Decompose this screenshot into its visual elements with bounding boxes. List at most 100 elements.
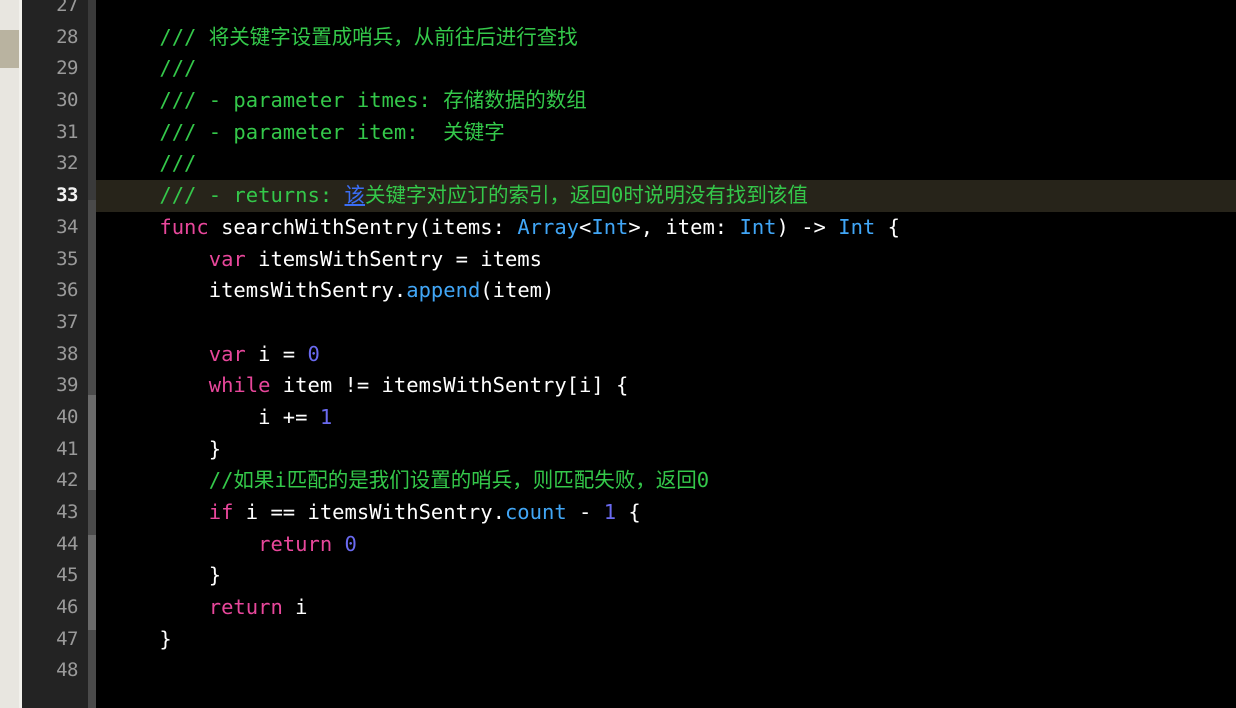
- code-token: {: [616, 500, 641, 524]
- change-indicator-segment[interactable]: [88, 395, 96, 490]
- code-token: Int: [739, 214, 777, 239]
- code-line[interactable]: func searchWithSentry(items: Array<Int>,…: [96, 212, 1236, 244]
- code-token: >, item:: [628, 214, 740, 239]
- line-number-list: 27 28 29 30 31 32 33 34 35 36 37 38 39 40 41 42 43 44 45 46…: [22, 0, 88, 687]
- code-token: var: [208, 246, 246, 271]
- code-token: var: [208, 341, 246, 366]
- line-number[interactable]: 43: [22, 497, 88, 529]
- code-token: ) ->: [776, 214, 839, 239]
- line-number[interactable]: 29: [22, 53, 88, 85]
- code-line[interactable]: return i: [96, 592, 1236, 624]
- code-token: 该: [344, 183, 366, 208]
- left-document-strip[interactable]: [0, 0, 22, 708]
- code-line[interactable]: [96, 655, 1236, 687]
- line-number[interactable]: 31: [22, 117, 88, 149]
- line-number[interactable]: 30: [22, 85, 88, 117]
- code-token: ///: [159, 56, 197, 81]
- code-token: i =: [245, 341, 308, 366]
- code-token: /// - parameter itmes: 存储数据的数组: [159, 88, 587, 113]
- code-line[interactable]: /// 将关键字设置成哨兵，从前往后进行查找: [96, 22, 1236, 54]
- code-line[interactable]: //如果i匹配的是我们设置的哨兵，则匹配失败，返回0: [96, 465, 1236, 497]
- line-number[interactable]: 34: [22, 212, 88, 244]
- code-token: item != itemsWithSentry[i] {: [270, 373, 629, 398]
- line-number[interactable]: 46: [22, 592, 88, 624]
- code-line[interactable]: /// - parameter item: 关键字: [96, 117, 1236, 149]
- code-line[interactable]: i += 1: [96, 402, 1236, 434]
- line-number[interactable]: 32: [22, 148, 88, 180]
- code-line[interactable]: }: [96, 560, 1236, 592]
- code-line[interactable]: [96, 0, 1236, 22]
- line-number[interactable]: 35: [22, 244, 88, 276]
- code-token: 关键字对应订的索引，返回0时说明没有找到该值: [365, 183, 808, 208]
- code-token: itemsWithSentry.: [208, 278, 407, 303]
- line-number-gutter[interactable]: 27 28 29 30 31 32 33 34 35 36 37 38 39 40 41 42 43 44 45 46…: [22, 0, 88, 708]
- code-token: func: [159, 214, 209, 239]
- code-line[interactable]: }: [96, 434, 1236, 466]
- code-line[interactable]: while item != itemsWithSentry[i] {: [96, 370, 1236, 402]
- code-line[interactable]: [96, 307, 1236, 339]
- line-number[interactable]: 33: [22, 180, 88, 212]
- code-token: while: [208, 373, 271, 398]
- code-text-area[interactable]: /// 将关键字设置成哨兵，从前往后进行查找 /// /// - paramet…: [96, 0, 1236, 708]
- change-indicator-segment[interactable]: [88, 0, 96, 200]
- code-line[interactable]: ///: [96, 148, 1236, 180]
- line-number[interactable]: 45: [22, 560, 88, 592]
- line-number[interactable]: 40: [22, 402, 88, 434]
- code-token: 0: [344, 531, 357, 556]
- line-number[interactable]: 37: [22, 307, 88, 339]
- code-line[interactable]: return 0: [96, 529, 1236, 561]
- code-token: /// - parameter item: 关键字: [159, 119, 505, 144]
- change-indicator-segment[interactable]: [88, 630, 96, 708]
- line-number[interactable]: 48: [22, 655, 88, 687]
- line-number[interactable]: 47: [22, 624, 88, 656]
- line-number[interactable]: 41: [22, 434, 88, 466]
- change-indicator-segment[interactable]: [88, 490, 96, 535]
- code-line[interactable]: var itemsWithSentry = items: [96, 244, 1236, 276]
- line-number[interactable]: 28: [22, 22, 88, 54]
- line-number[interactable]: 39: [22, 370, 88, 402]
- code-line[interactable]: ///: [96, 53, 1236, 85]
- code-token: append: [406, 278, 481, 303]
- code-token: i +=: [258, 404, 320, 429]
- code-line[interactable]: /// - parameter itmes: 存储数据的数组: [96, 85, 1236, 117]
- line-number[interactable]: 42: [22, 465, 88, 497]
- line-number[interactable]: 27: [22, 0, 88, 22]
- line-number[interactable]: 38: [22, 339, 88, 371]
- code-token: <: [579, 214, 592, 239]
- code-line-list: /// 将关键字设置成哨兵，从前往后进行查找 /// /// - paramet…: [96, 0, 1236, 687]
- code-token: ///: [159, 151, 197, 176]
- line-number[interactable]: 44: [22, 529, 88, 561]
- code-line[interactable]: itemsWithSentry.append(item): [96, 275, 1236, 307]
- code-line[interactable]: /// - returns: 该关键字对应订的索引，返回0时说明没有找到该值: [96, 180, 1236, 212]
- code-token: i == itemsWithSentry.: [233, 500, 505, 524]
- code-token: count: [504, 500, 567, 524]
- line-number[interactable]: 36: [22, 275, 88, 307]
- code-token: Array: [517, 214, 580, 239]
- code-line[interactable]: }: [96, 624, 1236, 656]
- change-indicator-segment[interactable]: [88, 200, 96, 335]
- change-indicator-segment[interactable]: [88, 335, 96, 395]
- code-token: Int: [591, 214, 629, 239]
- code-token: (item): [480, 278, 555, 303]
- code-line[interactable]: if i == itemsWithSentry.count - 1 {: [96, 497, 1236, 529]
- code-token: if: [208, 500, 234, 524]
- code-line[interactable]: var i = 0: [96, 339, 1236, 371]
- code-token: i: [282, 595, 308, 620]
- change-indicator-segment[interactable]: [88, 535, 96, 630]
- change-indicator-bar[interactable]: [88, 0, 96, 708]
